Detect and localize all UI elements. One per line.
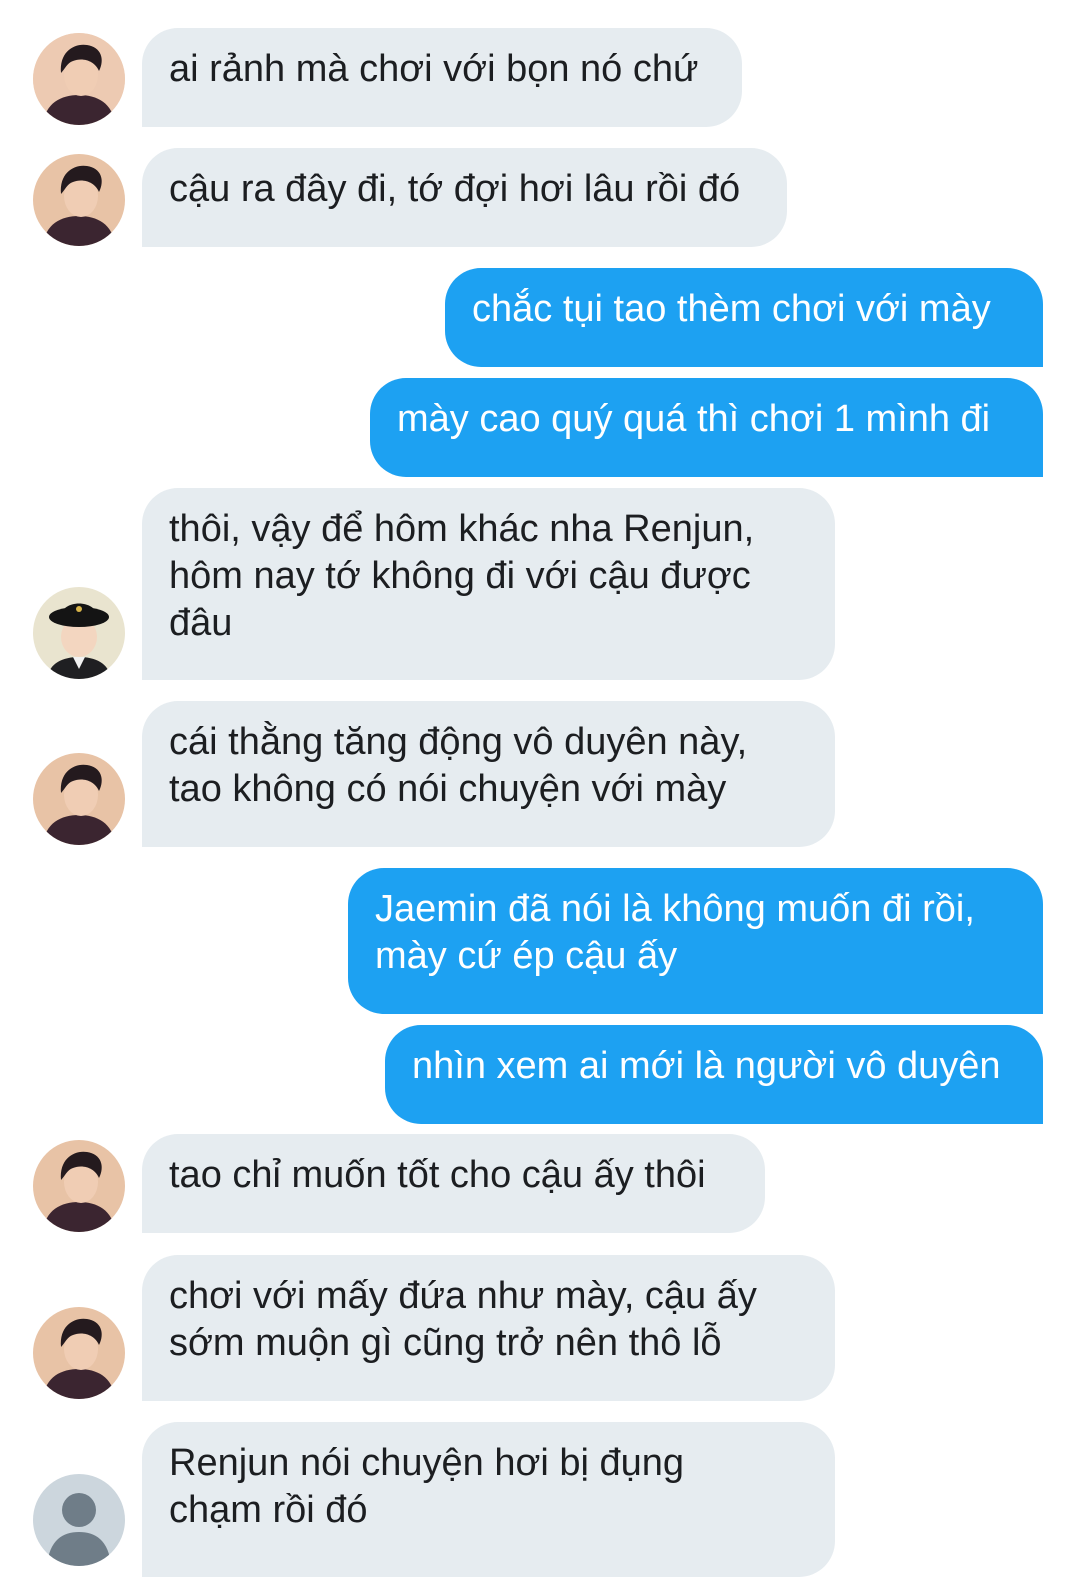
avatar-boy-dark-shirt-icon — [33, 33, 125, 125]
avatar-boy-dark-shirt-icon — [33, 1307, 125, 1399]
default-avatar-icon — [33, 1474, 125, 1566]
sender-avatar[interactable] — [33, 1474, 125, 1566]
avatar-boy-dark-shirt-icon — [33, 154, 125, 246]
message-bubble-incoming[interactable]: cậu ra đây đi, tớ đợi hơi lâu rồi đó — [142, 148, 787, 247]
sender-avatar[interactable] — [33, 587, 125, 679]
message-bubble-outgoing[interactable]: chắc tụi tao thèm chơi với mày — [445, 268, 1043, 367]
avatar-boy-black-hat-icon — [33, 587, 125, 679]
sender-avatar[interactable] — [33, 1140, 125, 1232]
message-bubble-outgoing[interactable]: mày cao quý quá thì chơi 1 mình đi — [370, 378, 1043, 477]
message-bubble-incoming[interactable]: Renjun nói chuyện hơi bị đụng chạm rồi đ… — [142, 1422, 835, 1577]
message-bubble-incoming[interactable]: thôi, vậy để hôm khác nha Renjun, hôm na… — [142, 488, 835, 680]
sender-avatar[interactable] — [33, 33, 125, 125]
avatar-boy-dark-shirt-icon — [33, 753, 125, 845]
message-bubble-outgoing[interactable]: Jaemin đã nói là không muốn đi rồi, mày … — [348, 868, 1043, 1014]
avatar-boy-dark-shirt-icon — [33, 1140, 125, 1232]
message-bubble-outgoing[interactable]: nhìn xem ai mới là người vô duyên — [385, 1025, 1043, 1124]
sender-avatar[interactable] — [33, 154, 125, 246]
sender-avatar[interactable] — [33, 1307, 125, 1399]
message-bubble-incoming[interactable]: ai rảnh mà chơi với bọn nó chứ — [142, 28, 742, 127]
sender-avatar[interactable] — [33, 753, 125, 845]
message-bubble-incoming[interactable]: cái thằng tăng động vô duyên này, tao kh… — [142, 701, 835, 847]
message-bubble-incoming[interactable]: tao chỉ muốn tốt cho cậu ấy thôi — [142, 1134, 765, 1233]
message-bubble-incoming[interactable]: chơi với mấy đứa như mày, cậu ấy sớm muộ… — [142, 1255, 835, 1401]
